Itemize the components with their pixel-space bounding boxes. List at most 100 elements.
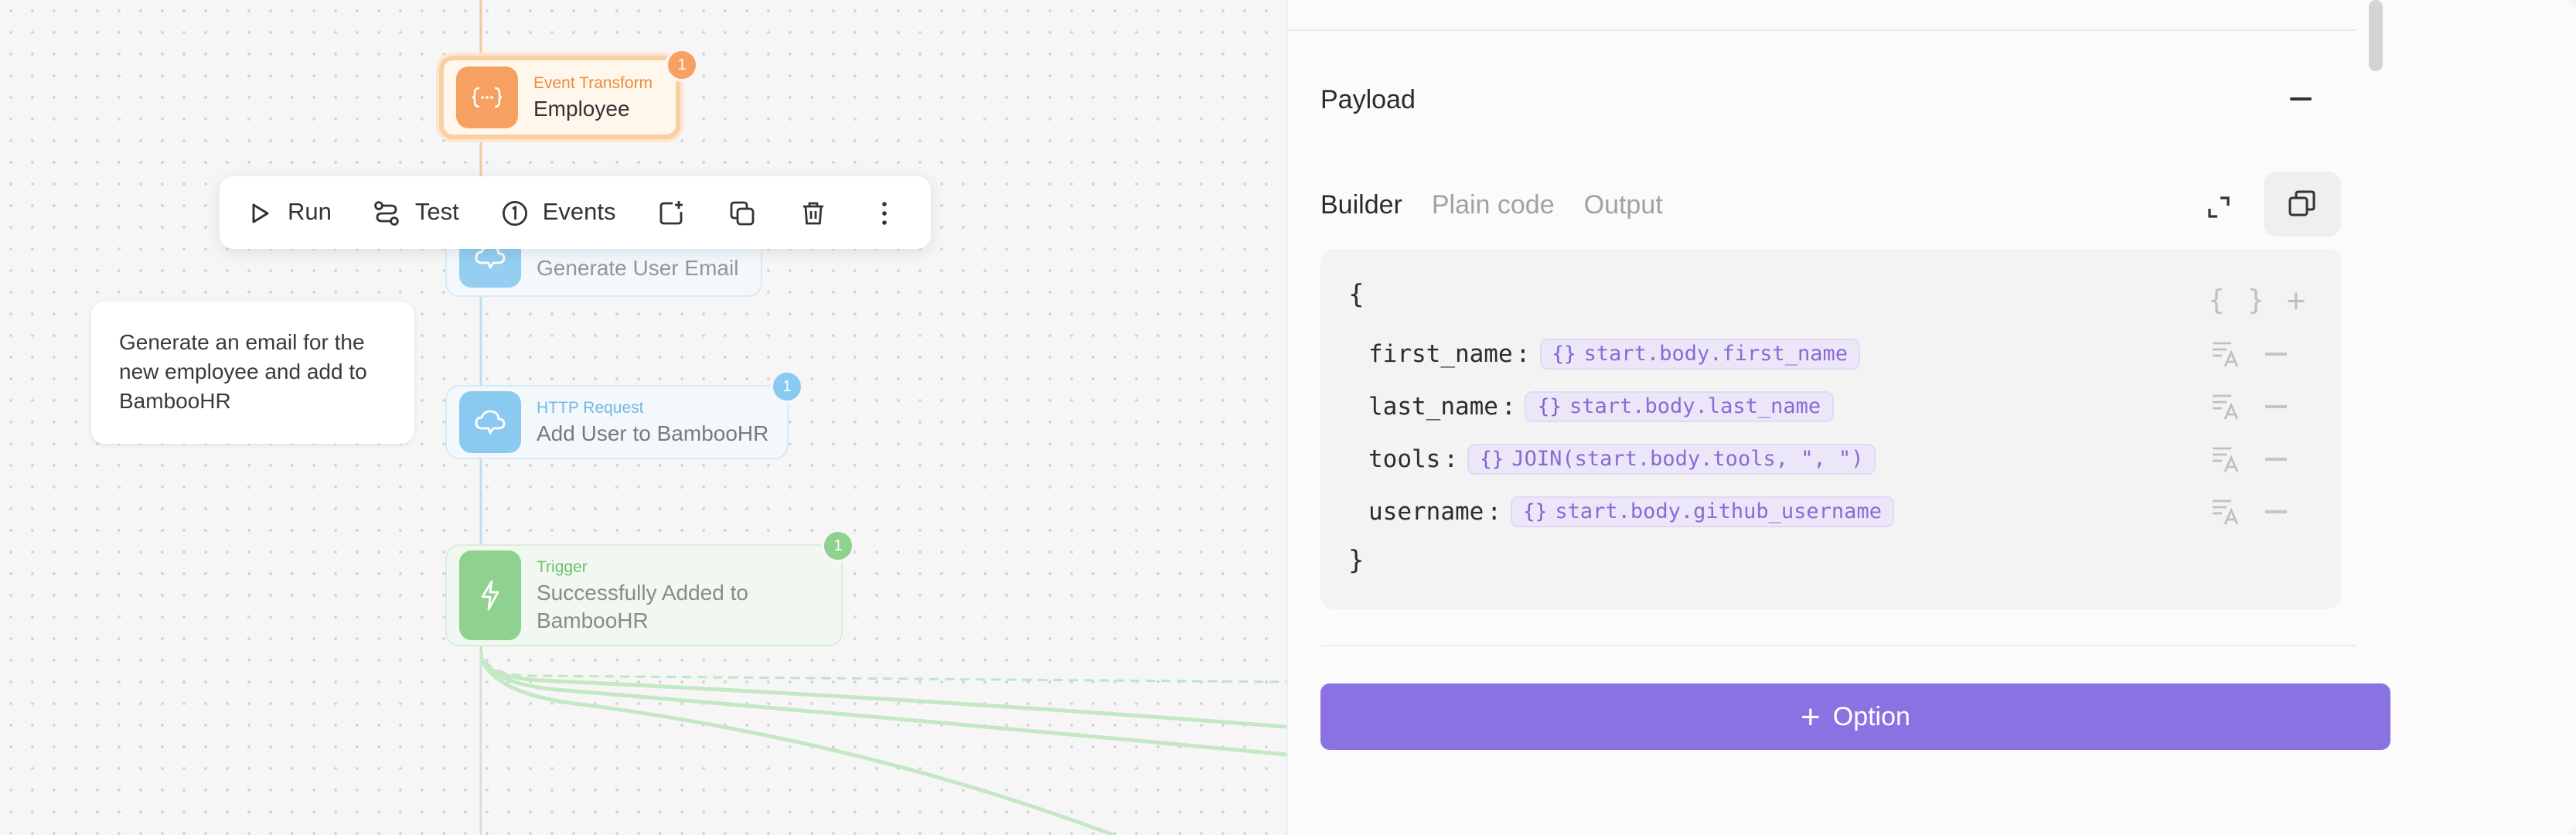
add-option-button[interactable]: + Option	[1320, 683, 2390, 750]
copy-icon	[2288, 190, 2315, 216]
node-type-label: Trigger	[537, 558, 588, 577]
close-brace: }	[1348, 546, 1365, 577]
collapse-button[interactable]	[2287, 85, 2315, 113]
colon: :	[1501, 393, 1516, 421]
cloud-icon	[459, 391, 521, 453]
lightning-icon	[459, 550, 521, 640]
remove-field-icon[interactable]	[2265, 510, 2287, 513]
remove-field-icon[interactable]	[2265, 458, 2287, 461]
node-event-transform[interactable]: Event Transform Employee 1	[439, 48, 699, 139]
object-tools: { } +	[2208, 283, 2306, 317]
colon: :	[1443, 445, 1459, 473]
expression-chip[interactable]: {} JOIN(start.body.tools, ", ")	[1467, 444, 1876, 475]
remove-field-icon[interactable]	[2265, 405, 2287, 408]
node-title-line1: Successfully Added to	[537, 580, 748, 605]
number-circle-icon	[499, 197, 530, 228]
expression-braces-icon: {}	[1480, 448, 1504, 471]
add-square-icon	[656, 197, 687, 228]
field-row: tools: {} JOIN(start.body.tools, ", ")	[1368, 441, 1876, 478]
app-root: Event Transform Employee 1 Generate User…	[0, 0, 2576, 835]
run-button[interactable]: Run	[244, 197, 332, 228]
sticky-note[interactable]: Generate an email for the new employee a…	[91, 302, 414, 444]
node-type-label: Event Transform	[533, 74, 653, 93]
note-line: Generate an email for the	[119, 329, 365, 354]
node-title-line2: BambooHR	[537, 608, 649, 632]
count-badge: 1	[770, 370, 804, 404]
field-tools	[2210, 390, 2287, 424]
events-label: Events	[542, 199, 616, 225]
expression-braces-icon: {}	[1523, 500, 1548, 523]
delete-button[interactable]	[799, 197, 830, 228]
field-row: first_name: {} start.body.first_name	[1368, 336, 1861, 373]
format-text-icon[interactable]	[2210, 337, 2244, 371]
colon: :	[1515, 340, 1531, 368]
test-label: Test	[414, 199, 459, 225]
field-key[interactable]: last_name	[1368, 393, 1498, 421]
test-button[interactable]: Test	[372, 197, 459, 228]
note-line: BambooHR	[119, 388, 231, 413]
format-text-icon[interactable]	[2210, 495, 2244, 529]
tab-builder[interactable]: Builder	[1320, 190, 1402, 221]
tab-plain-code[interactable]: Plain code	[1432, 190, 1555, 221]
add-node-button[interactable]	[656, 197, 687, 228]
run-label: Run	[288, 199, 332, 225]
tab-output[interactable]: Output	[1584, 190, 1663, 221]
route-icon	[372, 197, 403, 228]
copy-icon	[727, 197, 758, 228]
field-row: last_name: {} start.body.last_name	[1368, 388, 1834, 425]
field-tools	[2210, 337, 2287, 371]
field-row: username: {} start.body.github_username	[1368, 493, 1894, 530]
node-http-request[interactable]: HTTP Request Add User to BambooHR 1	[445, 370, 804, 459]
more-options-button[interactable]	[870, 197, 901, 228]
option-label: Option	[1832, 701, 1910, 731]
expression-braces-icon: {}	[1537, 395, 1562, 418]
more-vertical-icon	[870, 197, 901, 228]
field-key[interactable]: tools	[1368, 445, 1440, 473]
field-key[interactable]: username	[1368, 498, 1484, 526]
field-tools	[2210, 495, 2287, 529]
node-type-label: HTTP Request	[537, 399, 644, 418]
expand-button[interactable]	[2200, 189, 2237, 226]
colon: :	[1487, 498, 1501, 526]
expression-value: start.body.first_name	[1583, 342, 1849, 366]
note-line: new employee and add to	[119, 359, 367, 383]
object-braces-icon[interactable]: { }	[2208, 285, 2268, 317]
open-brace: {	[1348, 280, 1365, 311]
count-badge: 1	[821, 529, 855, 563]
braces-dots-icon	[456, 66, 518, 128]
field-tools	[2210, 442, 2287, 476]
node-trigger[interactable]: Trigger Successfully Added to BambooHR 1	[445, 529, 855, 646]
duplicate-button[interactable]	[727, 197, 758, 228]
format-text-icon[interactable]	[2210, 442, 2244, 476]
copy-button[interactable]	[2264, 172, 2341, 237]
payload-builder: { { } + first_name: {} start.body.first_n…	[1320, 249, 2341, 609]
expand-arrows-icon	[2208, 196, 2230, 218]
node-title: Employee	[533, 96, 630, 121]
field-key[interactable]: first_name	[1368, 340, 1513, 368]
section-title: Payload	[1320, 85, 1416, 114]
expression-braces-icon: {}	[1552, 343, 1576, 366]
expression-value: start.body.github_username	[1555, 499, 1882, 524]
node-title: Add User to BambooHR	[537, 421, 769, 445]
count-badge: 1	[665, 48, 699, 82]
plus-icon: +	[1801, 697, 1821, 735]
trash-icon	[799, 197, 830, 228]
tab-bar: Builder Plain code Output	[1320, 190, 1663, 221]
divider	[1288, 29, 2355, 31]
play-icon	[244, 197, 275, 228]
expression-value: JOIN(start.body.tools, ", ")	[1511, 447, 1864, 472]
node-toolbar: Run Test Events	[220, 176, 931, 249]
expression-chip[interactable]: {} start.body.first_name	[1539, 339, 1861, 370]
add-field-icon[interactable]: +	[2286, 283, 2306, 317]
divider	[1320, 645, 2356, 646]
workflow-canvas[interactable]: Event Transform Employee 1 Generate User…	[0, 0, 1286, 835]
events-button[interactable]: Events	[499, 197, 616, 228]
expression-value: start.body.last_name	[1569, 394, 1821, 419]
format-text-icon[interactable]	[2210, 390, 2244, 424]
payload-panel: Payload Builder Plain code Output { { } …	[1286, 0, 2576, 835]
expression-chip[interactable]: {} start.body.last_name	[1525, 391, 1834, 422]
minus-icon	[2290, 97, 2312, 101]
expression-chip[interactable]: {} start.body.github_username	[1511, 496, 1894, 527]
remove-field-icon[interactable]	[2265, 353, 2287, 356]
scrollbar-thumb[interactable]	[2369, 0, 2383, 71]
